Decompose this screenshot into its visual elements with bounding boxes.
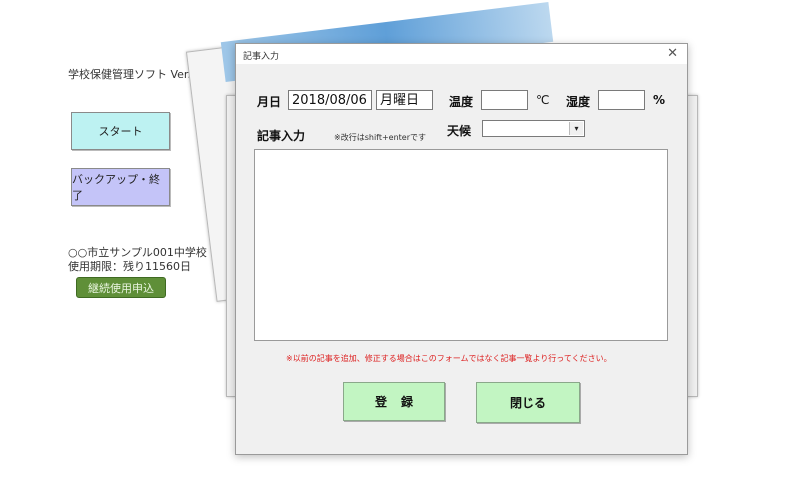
backup-exit-button[interactable]: バックアップ・終了 [71, 168, 170, 206]
article-textarea[interactable] [254, 149, 668, 341]
expiry-text: 使用期限：残り11560日 [68, 260, 191, 273]
edit-warning-text: ※以前の記事を追加、修正する場合はこのフォームではなく記事一覧より行ってください… [286, 354, 612, 363]
register-button[interactable]: 登録 [343, 382, 445, 421]
humidity-label: 湿度 [566, 95, 591, 109]
humidity-field[interactable] [598, 90, 645, 110]
close-icon[interactable]: ✕ [667, 46, 678, 61]
dialog-title: 記事入力 [243, 52, 280, 62]
dropdown-arrow-icon[interactable]: ▾ [569, 122, 583, 135]
temperature-field[interactable] [481, 90, 528, 110]
date-field[interactable]: 2018/08/06 [288, 90, 372, 110]
start-button[interactable]: スタート [71, 112, 170, 150]
article-label: 記事入力 [257, 129, 306, 143]
school-name: ○○市立サンプル001中学校 [68, 246, 207, 259]
celsius-unit: ℃ [536, 93, 550, 107]
article-entry-dialog: 記事入力 ✕ 月日 2018/08/06 月曜日 温度 ℃ 湿度 % 記事入力 … [235, 43, 688, 455]
temperature-label: 温度 [449, 95, 474, 109]
weather-label: 天候 [447, 124, 472, 138]
continue-use-button[interactable]: 継続使用申込 [76, 277, 166, 298]
dialog-titlebar: 記事入力 ✕ [236, 44, 687, 64]
close-dialog-button[interactable]: 閉じる [476, 382, 580, 423]
percent-unit: % [653, 93, 666, 107]
date-label: 月日 [257, 95, 282, 109]
weekday-field[interactable]: 月曜日 [376, 90, 433, 110]
newline-note: ※改行はshift+enterです [334, 133, 427, 142]
school-info: ○○市立サンプル001中学校 使用期限：残り11560日 [68, 246, 207, 274]
weather-select[interactable]: ▾ [482, 120, 585, 137]
